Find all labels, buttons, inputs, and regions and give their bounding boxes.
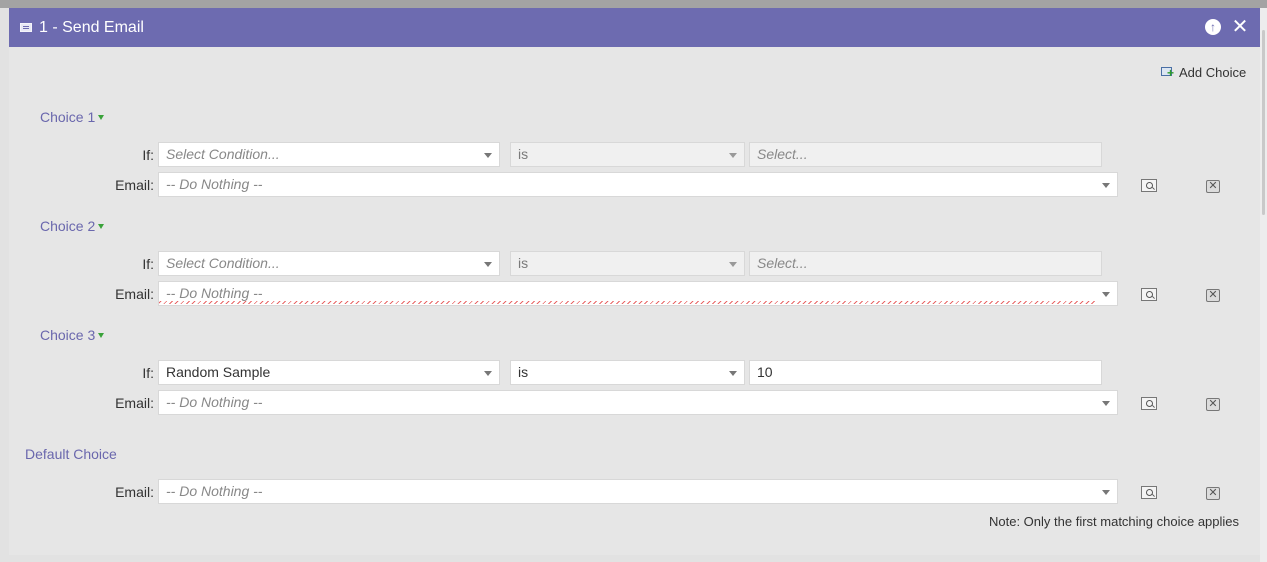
spellcheck-underline: [159, 301, 1095, 304]
condition-value-text: 10: [757, 364, 773, 380]
if-label: If:: [142, 256, 154, 272]
operator-select[interactable]: is: [510, 251, 745, 276]
choice-2-header[interactable]: Choice 2: [40, 217, 105, 235]
condition-value-input[interactable]: Select...: [749, 251, 1102, 276]
chevron-down-icon: [484, 371, 492, 376]
condition-value-text: Select...: [757, 146, 808, 162]
close-icon[interactable]: ✕: [1231, 17, 1249, 37]
email-select-value: -- Do Nothing --: [166, 285, 263, 301]
delete-choice-icon[interactable]: ✕: [1206, 180, 1220, 193]
if-label: If:: [142, 365, 154, 381]
note-text: Note: Only the first matching choice app…: [989, 514, 1240, 529]
chevron-down-icon: [1102, 183, 1110, 188]
panel-title: 1 - Send Email: [39, 19, 144, 36]
expand-triangle-icon[interactable]: [98, 115, 105, 120]
add-choice-button[interactable]: Add Choice: [1161, 64, 1246, 82]
expand-triangle-icon[interactable]: [98, 333, 105, 338]
choice-label: Choice 2: [40, 218, 96, 234]
chevron-down-icon: [729, 262, 737, 267]
choice-label: Choice 1: [40, 109, 96, 125]
email-icon: [20, 23, 32, 32]
chevron-down-icon: [729, 371, 737, 376]
condition-select-value: Random Sample: [166, 364, 271, 380]
email-select-value: -- Do Nothing --: [166, 176, 263, 192]
if-label: If:: [142, 147, 154, 163]
condition-select[interactable]: Random Sample: [158, 360, 500, 385]
choice-1-header[interactable]: Choice 1: [40, 108, 105, 126]
email-select[interactable]: -- Do Nothing --: [158, 390, 1118, 415]
top-strip: [0, 0, 1267, 8]
chevron-down-icon: [484, 153, 492, 158]
email-label: Email:: [115, 484, 154, 500]
default-choice-label: Default Choice: [25, 446, 117, 462]
delete-choice-icon[interactable]: ✕: [1206, 487, 1220, 500]
email-label: Email:: [115, 395, 154, 411]
condition-select-value: Select Condition...: [166, 255, 280, 271]
choice-label: Choice 3: [40, 327, 96, 343]
chevron-down-icon: [484, 262, 492, 267]
operator-select[interactable]: is: [510, 142, 745, 167]
chevron-down-icon: [1102, 292, 1110, 297]
operator-select[interactable]: is: [510, 360, 745, 385]
operator-value: is: [518, 364, 529, 380]
chevron-down-icon: [1102, 401, 1110, 406]
operator-value: is: [518, 255, 529, 271]
default-email-select[interactable]: -- Do Nothing --: [158, 479, 1118, 504]
chevron-down-icon: [1102, 490, 1110, 495]
delete-choice-icon[interactable]: ✕: [1206, 289, 1220, 302]
email-label: Email:: [115, 177, 154, 193]
email-select[interactable]: -- Do Nothing --: [158, 281, 1118, 306]
condition-select[interactable]: Select Condition...: [158, 251, 500, 276]
expand-triangle-icon[interactable]: [98, 224, 105, 229]
condition-value-input[interactable]: 10: [749, 360, 1102, 385]
preview-icon[interactable]: [1141, 288, 1157, 301]
email-label: Email:: [115, 286, 154, 302]
condition-select-value: Select Condition...: [166, 146, 280, 162]
preview-icon[interactable]: [1141, 179, 1157, 192]
chevron-down-icon: [729, 153, 737, 158]
add-choice-icon: [1161, 65, 1177, 79]
arrow-up-circle-icon[interactable]: ↑: [1205, 19, 1221, 35]
email-select-value: -- Do Nothing --: [166, 394, 263, 410]
add-choice-label: Add Choice: [1179, 65, 1247, 80]
delete-choice-icon[interactable]: ✕: [1206, 398, 1220, 411]
preview-icon[interactable]: [1141, 486, 1157, 499]
scrollbar-thumb[interactable]: [1262, 30, 1265, 215]
choice-3-header[interactable]: Choice 3: [40, 326, 105, 344]
operator-value: is: [518, 146, 529, 162]
preview-icon[interactable]: [1141, 397, 1157, 410]
panel-titlebar: [9, 8, 1260, 47]
condition-select[interactable]: Select Condition...: [158, 142, 500, 167]
condition-value-text: Select...: [757, 255, 808, 271]
condition-value-input[interactable]: Select...: [749, 142, 1102, 167]
email-select-value: -- Do Nothing --: [166, 483, 263, 499]
email-select[interactable]: -- Do Nothing --: [158, 172, 1118, 197]
